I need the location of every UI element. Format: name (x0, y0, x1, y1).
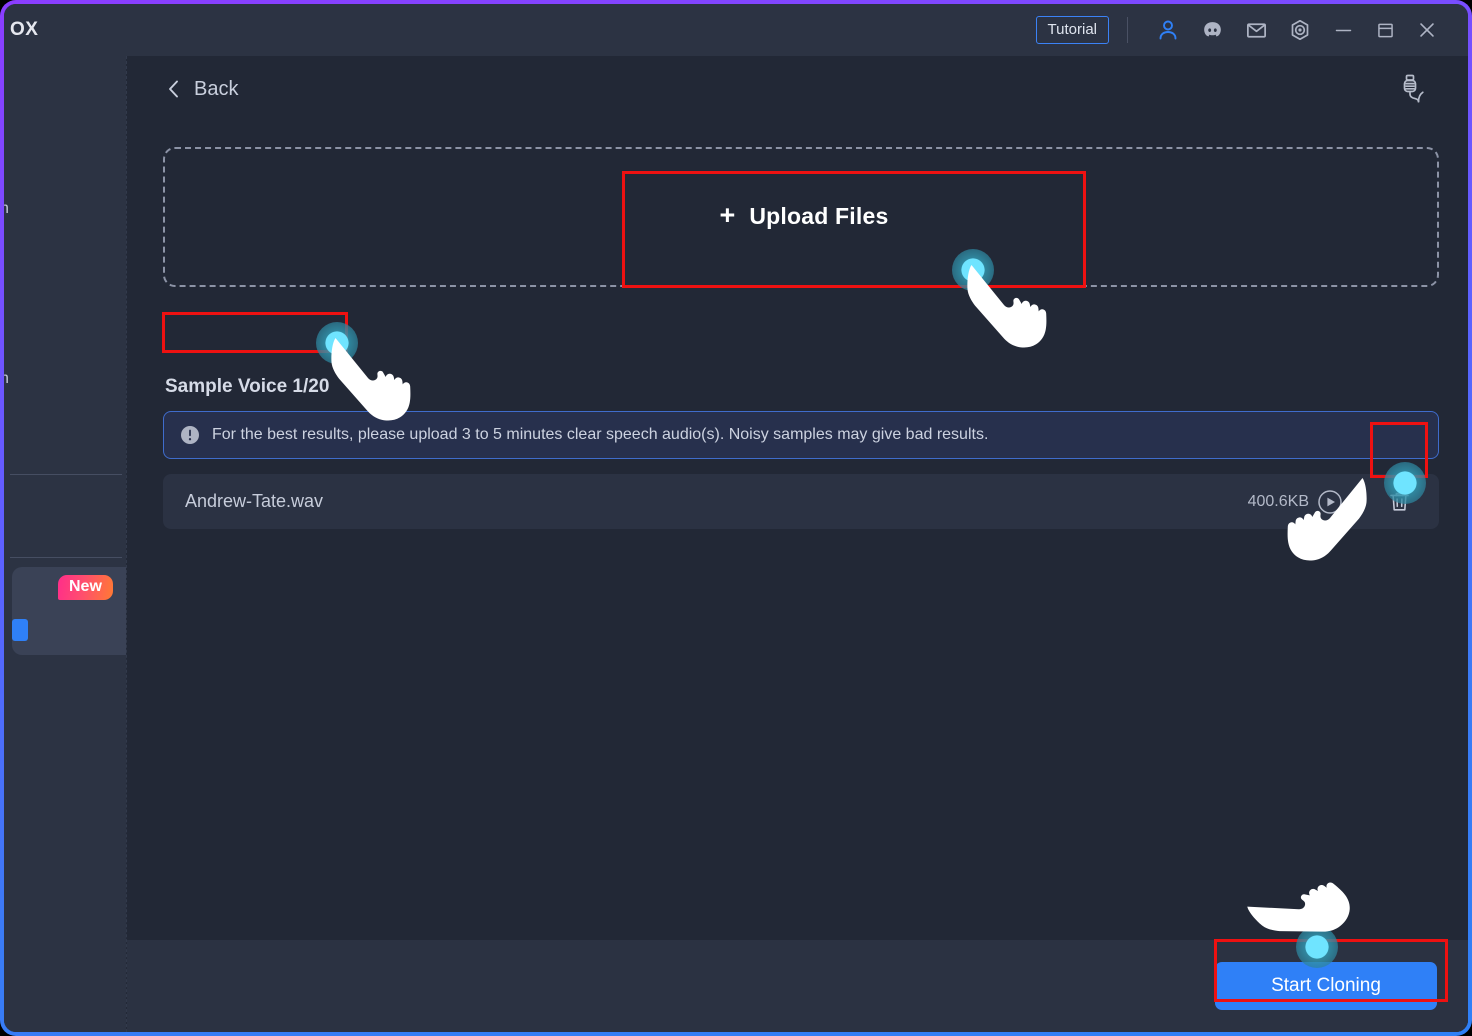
info-banner: For the best results, please upload 3 to… (163, 411, 1439, 459)
maximize-button[interactable] (1364, 10, 1406, 50)
minimize-button[interactable] (1322, 10, 1364, 50)
chevron-left-icon (165, 78, 182, 100)
footer-bar: Start Cloning (127, 940, 1468, 1032)
info-exclamation-icon (180, 425, 200, 445)
sidebar-promo-accent (12, 619, 28, 641)
tutorial-button[interactable]: Tutorial (1035, 16, 1109, 44)
app-logo: OX (10, 19, 39, 40)
upload-dropzone[interactable]: + Upload Files (163, 147, 1439, 287)
sidebar-divider-2 (10, 557, 122, 558)
back-button-label: Back (194, 77, 239, 100)
main-content-panel: Back + Upload Files Sample Voice 1/20 Fo… (126, 56, 1468, 1032)
account-icon[interactable] (1146, 10, 1190, 50)
file-name: Andrew-Tate.wav (185, 491, 324, 511)
sample-voice-heading: Sample Voice 1/20 (165, 376, 330, 397)
file-row[interactable]: Andrew-Tate.wav 400.6KB (163, 474, 1439, 529)
new-badge: New (58, 575, 113, 601)
upload-files-button[interactable]: + Upload Files (625, 178, 983, 254)
sidebar-divider-1 (10, 474, 122, 475)
file-size: 400.6KB (1247, 492, 1309, 510)
sidebar-item-label-1[interactable]: ch (4, 200, 9, 218)
info-banner-text: For the best results, please upload 3 to… (212, 426, 989, 443)
title-bar: OX Tutorial (4, 4, 1468, 56)
titlebar-controls: Tutorial (1035, 4, 1468, 56)
start-cloning-button[interactable]: Start Cloning (1215, 962, 1437, 1010)
back-button[interactable]: Back (165, 78, 238, 101)
settings-icon[interactable] (1278, 10, 1322, 50)
window-inner: OX Tutorial h h New Back + Upload Files … (4, 4, 1468, 1032)
page-header: Back (127, 56, 1468, 122)
titlebar-divider (1127, 17, 1128, 43)
application-window: OX Tutorial h h New Back + Upload Files … (0, 0, 1472, 1036)
microphone-plug-icon[interactable] (1396, 72, 1430, 106)
close-button[interactable] (1406, 10, 1448, 50)
upload-files-label: Upload Files (749, 202, 889, 229)
plus-icon: + (719, 199, 736, 230)
play-icon[interactable] (1317, 489, 1343, 515)
sidebar: ch ch New (4, 56, 126, 1032)
delete-icon[interactable] (1387, 489, 1412, 514)
mail-icon[interactable] (1234, 10, 1278, 50)
sidebar-item-label-2[interactable]: ch (4, 370, 9, 388)
discord-icon[interactable] (1190, 10, 1234, 50)
